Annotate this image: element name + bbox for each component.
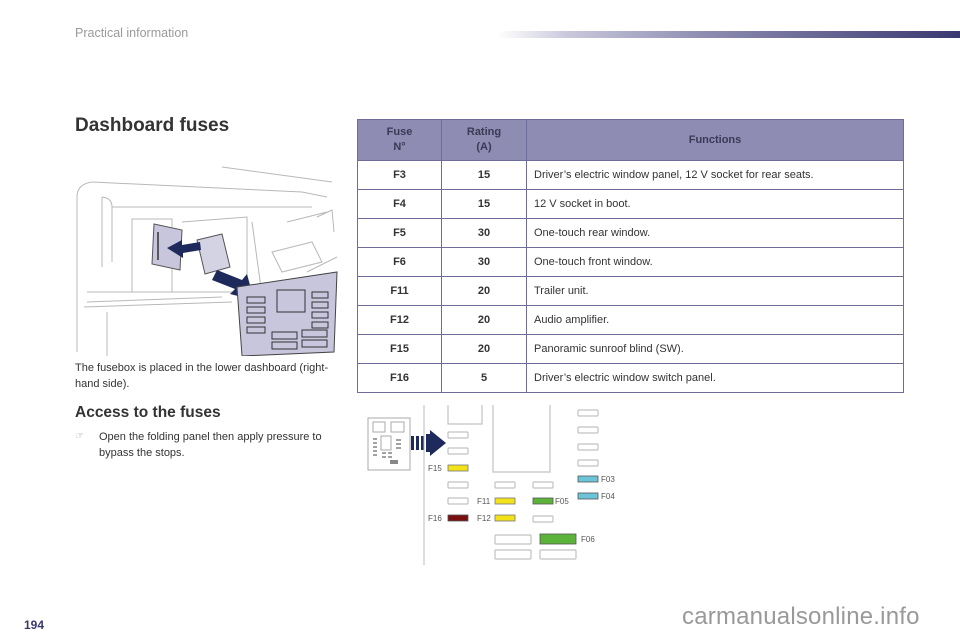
fusebox-thumbnail [367, 417, 411, 471]
fuse-number: F11 [357, 276, 442, 306]
fuse-rating: 5 [441, 363, 527, 393]
fuse-f12 [494, 514, 516, 522]
arrow-right-icon [411, 430, 446, 456]
label-f12: F12 [477, 514, 491, 523]
fuse-function: Trailer unit. [526, 276, 904, 306]
header-fuse-sub: N° [393, 141, 406, 153]
fuse-number: F12 [357, 305, 442, 335]
header-rating-label: Rating [466, 126, 502, 138]
access-instruction-text: Open the folding panel then apply pressu… [99, 431, 322, 459]
table-row: F6 30 One-touch front window. [357, 247, 904, 277]
label-f03: F03 [601, 475, 615, 484]
label-f11: F11 [477, 497, 491, 506]
label-f15: F15 [428, 464, 442, 473]
header-rating: Rating (A) [441, 119, 527, 161]
fuse-rating: 30 [441, 247, 527, 277]
fuse-layout-diagram: F15 F16 F11 F12 F05 F03 F04 F06 [367, 405, 615, 565]
fuse-function: Driver’s electric window panel, 12 V soc… [526, 160, 904, 190]
fuse-number: F16 [357, 363, 442, 393]
fuse-f06 [539, 533, 577, 545]
table-row: F3 15 Driver’s electric window panel, 12… [357, 160, 904, 190]
fuse-number: F4 [357, 189, 442, 219]
table-row: F12 20 Audio amplifier. [357, 305, 904, 335]
access-section-title: Access to the fuses [75, 404, 221, 421]
header-rating-sub: (A) [476, 141, 492, 153]
label-f06: F06 [581, 535, 595, 544]
fuse-rating: 15 [441, 189, 527, 219]
fuse-rating: 20 [441, 334, 527, 364]
fuse-f05 [532, 497, 554, 505]
fuse-function: 12 V socket in boot. [526, 189, 904, 219]
page-title: Dashboard fuses [75, 115, 230, 136]
fuse-function: One-touch rear window. [526, 218, 904, 248]
label-f05: F05 [555, 497, 569, 506]
fuse-table: Fuse N° Rating (A) Functions F3 15 Drive… [357, 119, 904, 393]
fuse-rating: 20 [441, 305, 527, 335]
fuse-number: F6 [357, 247, 442, 277]
header-functions: Functions [526, 119, 904, 161]
header-fuse-number: Fuse N° [357, 119, 442, 161]
fusebox-location-caption: The fusebox is placed in the lower dashb… [75, 362, 329, 390]
fuse-f15 [447, 464, 469, 472]
table-row: F5 30 One-touch rear window. [357, 218, 904, 248]
page-number: 194 [24, 618, 45, 632]
table-row: F15 20 Panoramic sunroof blind (SW). [357, 334, 904, 364]
access-instruction: ☞ Open the folding panel then apply pres… [75, 429, 345, 461]
header-accent-bar [498, 31, 960, 38]
fuse-function: Audio amplifier. [526, 305, 904, 335]
label-f04: F04 [601, 492, 615, 501]
section-title: Practical information [75, 26, 189, 40]
label-f16: F16 [428, 514, 442, 523]
fuse-function: Driver’s electric window switch panel. [526, 363, 904, 393]
fuse-f04 [577, 492, 599, 500]
table-row: F4 15 12 V socket in boot. [357, 189, 904, 219]
fuse-rating: 20 [441, 276, 527, 306]
fuse-function: Panoramic sunroof blind (SW). [526, 334, 904, 364]
fuse-f11 [494, 497, 516, 505]
fuse-table-header: Fuse N° Rating (A) Functions [357, 119, 904, 161]
fuse-function: One-touch front window. [526, 247, 904, 277]
watermark-text: carmanualsonline.info [682, 603, 920, 630]
fuse-rating: 30 [441, 218, 527, 248]
fuse-number: F15 [357, 334, 442, 364]
fuse-rating: 15 [441, 160, 527, 190]
table-row: F16 5 Driver’s electric window switch pa… [357, 363, 904, 393]
table-row: F11 20 Trailer unit. [357, 276, 904, 306]
pointing-hand-icon: ☞ [75, 431, 84, 442]
fuse-f16 [447, 514, 469, 522]
fuse-number: F3 [357, 160, 442, 190]
header-fuse-label: Fuse [386, 126, 413, 138]
dashboard-fusebox-illustration [76, 166, 338, 356]
fuse-f03 [577, 475, 599, 483]
fuse-number: F5 [357, 218, 442, 248]
